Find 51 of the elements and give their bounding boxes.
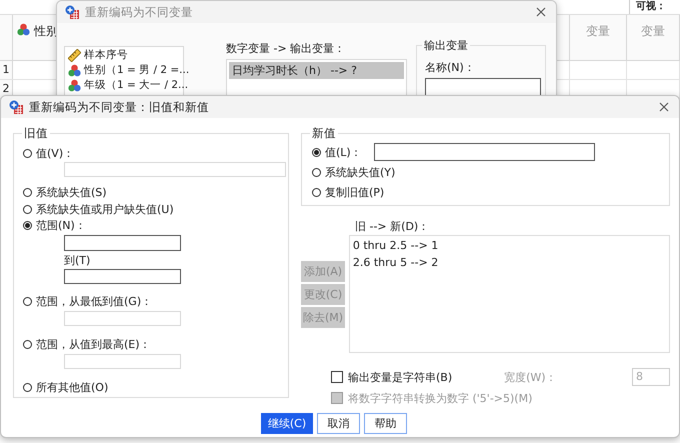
variable-item[interactable]: 样本序号: [84, 48, 128, 63]
radio-button[interactable]: 系统缺失值(S): [23, 185, 288, 200]
radio-button[interactable]: 范围，从值到最高(E)：: [23, 337, 288, 352]
close-icon: [536, 7, 546, 17]
close-button[interactable]: [657, 100, 671, 114]
checkbox[interactable]: 输出变量是字符串(B): [331, 368, 452, 386]
variable-item[interactable]: 年级（1 = 大一 / 2...: [84, 78, 188, 93]
group-legend: 输出变量: [422, 38, 470, 53]
name-label: 名称(N)：: [425, 61, 475, 74]
to-label: 到(T): [64, 252, 92, 269]
close-icon: [659, 102, 669, 112]
new-value-field[interactable]: [374, 143, 595, 161]
width-label: 宽度(W)：: [504, 370, 557, 384]
app-icon: [65, 5, 79, 19]
list-label: 旧 --> 新(D)：: [355, 219, 430, 233]
bound-field[interactable]: [64, 354, 181, 370]
radio-button[interactable]: 系统缺失值(Y): [312, 163, 669, 181]
radio-button[interactable]: 值(V)：: [23, 146, 288, 161]
app-icon: [9, 100, 23, 114]
range-start-field[interactable]: [64, 235, 181, 251]
name-field[interactable]: [425, 78, 541, 96]
nominal-variable-icon: [68, 79, 81, 92]
ruler-icon: [68, 49, 81, 62]
bound-field[interactable]: [64, 310, 181, 326]
mapping-label: 数字变量 -> 输出变量：: [226, 41, 346, 56]
dialog-button[interactable]: 取消: [317, 413, 360, 434]
radio-button[interactable]: 范围，从最低到值(G)：: [23, 294, 288, 309]
value-field[interactable]: [64, 162, 286, 178]
dialog-title: 重新编码为不同变量：旧值和新值: [29, 100, 210, 114]
dialog-button[interactable]: 继续(C): [260, 413, 314, 434]
recode-item[interactable]: 0 thru 2.5 --> 1: [352, 239, 666, 252]
row-number: 1: [0, 61, 13, 79]
group-legend: 新值: [310, 126, 338, 141]
visible-label: 可视：: [629, 0, 680, 14]
close-button[interactable]: [534, 5, 548, 19]
column-header: 变量: [641, 23, 665, 40]
variable-item[interactable]: 性别（1 = 男 / 2 =...: [84, 63, 190, 78]
recode-item[interactable]: 2.6 thru 5 --> 2: [352, 256, 666, 269]
dialog-button[interactable]: 帮助: [364, 413, 408, 434]
range-end-field[interactable]: [64, 268, 181, 284]
radio-button[interactable]: 系统缺失值或用户缺失值(U): [23, 202, 288, 217]
group-legend: 旧值: [22, 126, 50, 141]
nominal-variable-icon: [17, 23, 30, 36]
column-header: 变量: [586, 23, 610, 40]
radio-button[interactable]: 所有其他值(O): [23, 380, 288, 396]
radio-button[interactable]: 值(L)：: [312, 143, 362, 161]
radio-button[interactable]: 范围(N)：: [23, 218, 288, 234]
dialog-title: 重新编码为不同变量: [85, 4, 194, 20]
nominal-variable-icon: [68, 64, 81, 77]
mapping-item[interactable]: 日均学习时长（h） --> ?: [229, 62, 404, 79]
radio-button[interactable]: 复制旧值(P): [312, 183, 669, 201]
